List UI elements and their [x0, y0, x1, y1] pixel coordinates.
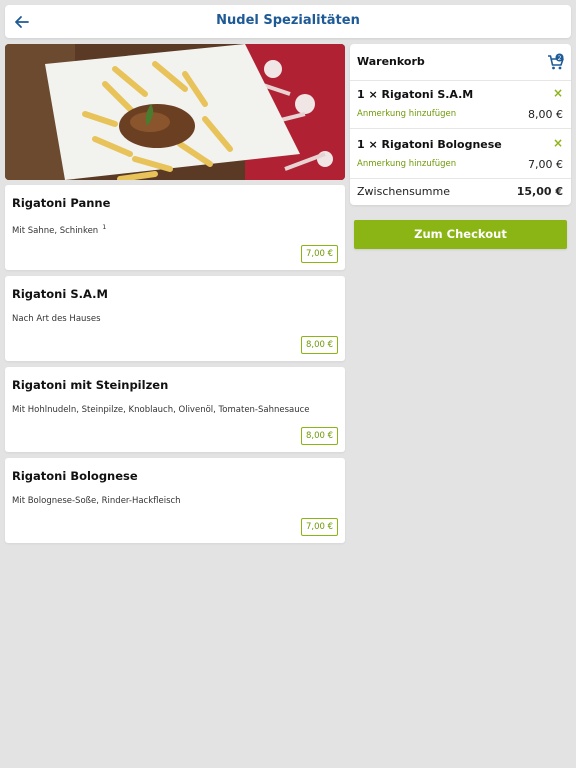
menu-item-card[interactable]: Rigatoni S.A.M Nach Art des Hauses 8,00 …	[5, 276, 345, 361]
menu-item-card[interactable]: Rigatoni Panne Mit Sahne, Schinken 1 7,00…	[5, 185, 345, 270]
divider	[350, 128, 571, 129]
subtotal-value: 15,00 €	[516, 185, 563, 198]
close-icon[interactable]: ×	[553, 136, 563, 150]
menu-item-name: Rigatoni mit Steinpilzen	[12, 378, 169, 392]
menu-item-name: Rigatoni S.A.M	[12, 287, 108, 301]
allergen-footnote: 1	[102, 223, 107, 231]
cart-line-item: 1 × Rigatoni S.A.M × Anmerkung hinzufüge…	[350, 80, 571, 130]
cart-item-price: 8,00 €	[528, 108, 563, 121]
menu-item-description: Mit Bolognese-Soße, Rinder-Hackfleisch	[12, 496, 181, 506]
cart-title: Warenkorb	[357, 55, 425, 68]
menu-item-card[interactable]: Rigatoni mit Steinpilzen Mit Hohlnudeln,…	[5, 367, 345, 452]
cart-line-item: 1 × Rigatoni Bolognese × Anmerkung hinzu…	[350, 130, 571, 180]
menu-item-card[interactable]: Rigatoni Bolognese Mit Bolognese-Soße, R…	[5, 458, 345, 543]
subtotal-label: Zwischensumme	[357, 185, 450, 198]
shopping-cart-icon[interactable]: 2	[547, 53, 565, 71]
menu-item-description: Mit Sahne, Schinken 1	[12, 223, 107, 236]
page-title: Nudel Spezialitäten	[216, 13, 360, 28]
divider	[350, 178, 571, 179]
price-button[interactable]: 7,00 €	[300, 518, 338, 536]
price-button[interactable]: 8,00 €	[300, 336, 338, 354]
menu-item-description: Nach Art des Hauses	[12, 314, 101, 324]
cart-item-price: 7,00 €	[528, 158, 563, 171]
cart-item-label: 1 × Rigatoni Bolognese	[357, 138, 502, 151]
close-icon[interactable]: ×	[553, 86, 563, 100]
cart-badge-count: 2	[558, 55, 562, 62]
cart-panel: Warenkorb 2 1 × Rigatoni S.A.M × Anmerku…	[350, 44, 571, 205]
category-hero-image	[5, 44, 345, 180]
price-button[interactable]: 7,00 €	[300, 245, 338, 263]
add-note-link[interactable]: Anmerkung hinzufügen	[357, 159, 456, 169]
add-note-link[interactable]: Anmerkung hinzufügen	[357, 109, 456, 119]
menu-item-description: Mit Hohlnudeln, Steinpilze, Knoblauch, O…	[12, 405, 310, 415]
price-button[interactable]: 8,00 €	[300, 427, 338, 445]
checkout-button[interactable]: Zum Checkout	[354, 220, 567, 249]
cart-item-label: 1 × Rigatoni S.A.M	[357, 88, 474, 101]
top-bar: Nudel Spezialitäten	[5, 5, 571, 38]
menu-column: Rigatoni Panne Mit Sahne, Schinken 1 7,00…	[5, 44, 345, 549]
menu-item-name: Rigatoni Panne	[12, 196, 111, 210]
menu-item-name: Rigatoni Bolognese	[12, 469, 138, 483]
